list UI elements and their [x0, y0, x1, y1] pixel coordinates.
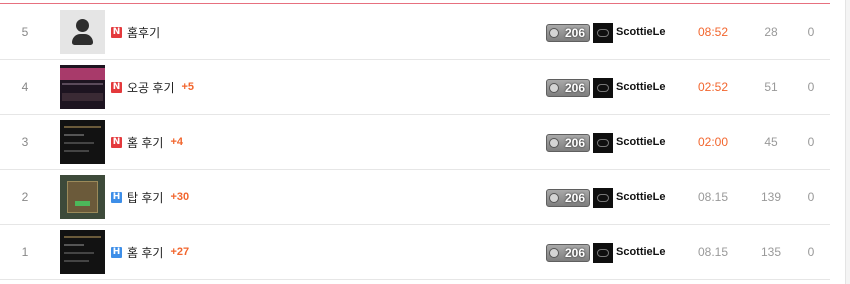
post-number: 4 [21, 80, 29, 94]
view-count: 45 [764, 135, 778, 149]
post-number: 5 [21, 25, 29, 39]
post-thumbnail[interactable] [60, 230, 105, 274]
comment-count[interactable]: +30 [170, 191, 189, 203]
level-badge: 206 [546, 134, 590, 152]
post-title[interactable]: 홈후기 [127, 24, 160, 41]
post-title-area[interactable]: N 홈 후기 +4 [111, 114, 183, 170]
user-emblem-icon[interactable] [593, 188, 613, 208]
post-row[interactable]: 5 N 홈후기 206 ScottieLe 08:52 28 0 [0, 4, 830, 60]
post-title-area[interactable]: H 탑 후기 +30 [111, 169, 189, 225]
post-title[interactable]: 홈 후기 [127, 134, 163, 151]
level-number: 206 [564, 26, 586, 40]
level-gem-icon [549, 83, 559, 93]
new-badge-icon: N [111, 81, 122, 93]
post-title-area[interactable]: H 홈 후기 +27 [111, 224, 189, 280]
level-badge: 206 [546, 189, 590, 207]
vote-count: 0 [807, 80, 815, 94]
level-badge: 206 [546, 79, 590, 97]
post-thumbnail[interactable] [60, 175, 105, 219]
post-time: 08:52 [697, 25, 729, 39]
level-gem-icon [549, 193, 559, 203]
post-row[interactable]: 3 N 홈 후기 +4 206 ScottieLe 02:00 45 0 [0, 114, 830, 170]
post-thumbnail[interactable] [60, 120, 105, 164]
post-date: 08.15 [697, 190, 729, 204]
view-count: 28 [764, 25, 778, 39]
level-badge: 206 [546, 24, 590, 42]
post-number: 3 [21, 135, 29, 149]
view-count: 51 [764, 80, 778, 94]
level-gem-icon [549, 138, 559, 148]
post-title[interactable]: 홈 후기 [127, 244, 163, 261]
post-row[interactable]: 4 N 오공 후기 +5 206 ScottieLe 02:52 51 0 [0, 59, 830, 115]
view-count: 135 [760, 245, 782, 259]
level-badge: 206 [546, 244, 590, 262]
post-title-area[interactable]: N 홈후기 [111, 4, 167, 60]
author-nickname[interactable]: ScottieLe [616, 4, 666, 60]
post-title[interactable]: 탑 후기 [127, 189, 163, 206]
vote-count: 0 [807, 245, 815, 259]
post-row[interactable]: 1 H 홈 후기 +27 206 ScottieLe 08.15 135 0 [0, 224, 830, 280]
vote-count: 0 [807, 190, 815, 204]
post-time: 02:00 [697, 135, 729, 149]
new-badge-icon: N [111, 136, 122, 148]
author-nickname[interactable]: ScottieLe [616, 59, 666, 115]
user-emblem-icon[interactable] [593, 243, 613, 263]
level-number: 206 [564, 136, 586, 150]
view-count: 139 [760, 190, 782, 204]
post-date: 08.15 [697, 245, 729, 259]
level-gem-icon [549, 28, 559, 38]
user-emblem-icon[interactable] [593, 133, 613, 153]
post-row[interactable]: 2 H 탑 후기 +30 206 ScottieLe 08.15 139 0 [0, 169, 830, 225]
level-number: 206 [564, 81, 586, 95]
vote-count: 0 [807, 25, 815, 39]
level-number: 206 [564, 191, 586, 205]
new-badge-icon: N [111, 26, 122, 38]
user-emblem-icon[interactable] [593, 23, 613, 43]
post-time: 02:52 [697, 80, 729, 94]
comment-count[interactable]: +4 [170, 136, 183, 148]
post-number: 2 [21, 190, 29, 204]
hot-badge-icon: H [111, 246, 122, 258]
user-emblem-icon[interactable] [593, 78, 613, 98]
post-thumbnail[interactable] [60, 65, 105, 109]
post-title-area[interactable]: N 오공 후기 +5 [111, 59, 194, 115]
author-nickname[interactable]: ScottieLe [616, 224, 666, 280]
hot-badge-icon: H [111, 191, 122, 203]
post-thumbnail[interactable] [60, 10, 105, 54]
author-nickname[interactable]: ScottieLe [616, 169, 666, 225]
post-list: 5 N 홈후기 206 ScottieLe 08:52 28 0 4 N 오공 … [0, 0, 830, 284]
level-number: 206 [564, 246, 586, 260]
comment-count[interactable]: +27 [170, 246, 189, 258]
comment-count[interactable]: +5 [182, 81, 195, 93]
vote-count: 0 [807, 135, 815, 149]
author-nickname[interactable]: ScottieLe [616, 114, 666, 170]
post-number: 1 [21, 245, 29, 259]
post-title[interactable]: 오공 후기 [127, 79, 175, 96]
page-edge [845, 0, 850, 284]
level-gem-icon [549, 248, 559, 258]
default-avatar-icon [76, 19, 89, 32]
